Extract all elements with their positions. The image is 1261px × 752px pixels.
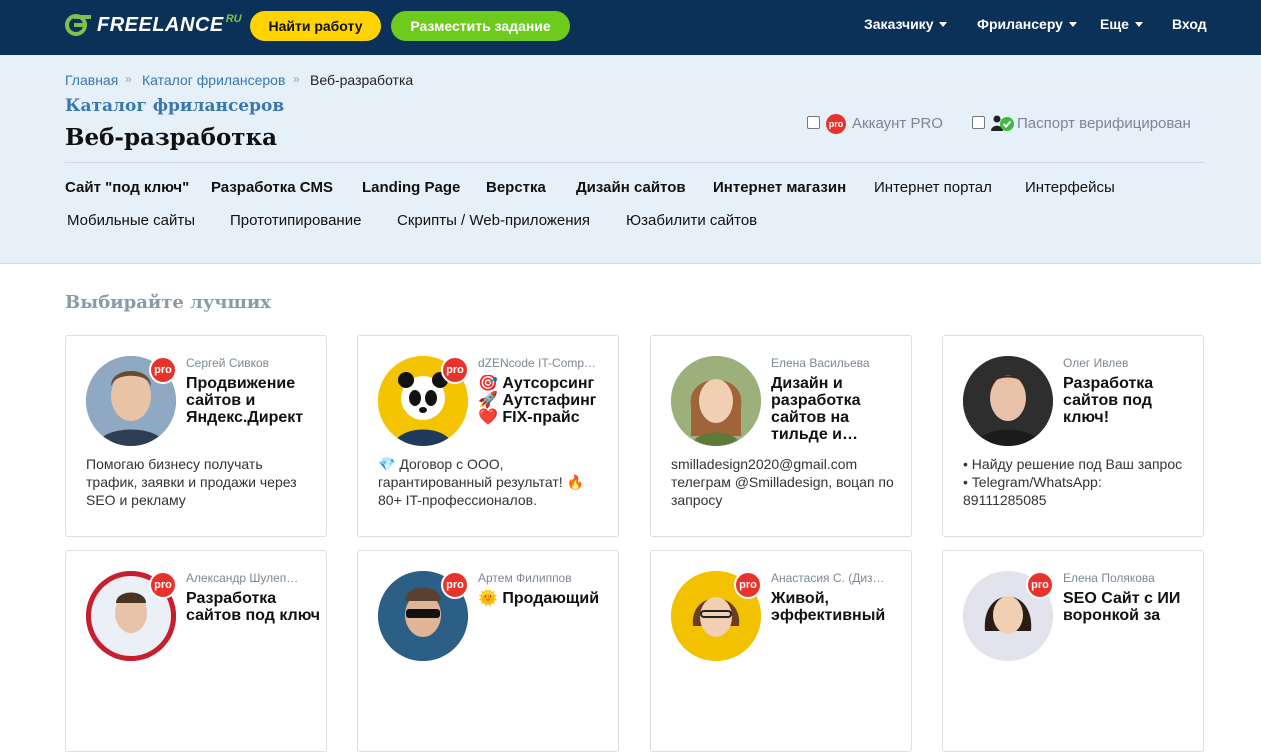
section-title: Выбирайте лучших	[65, 292, 271, 313]
header-divider	[65, 162, 1205, 163]
freelancer-card[interactable]: Олег Ивлев Разработка сайтов под ключ! •…	[942, 335, 1204, 537]
pro-badge-icon: pro	[441, 356, 469, 384]
pro-badge-icon: pro	[826, 114, 846, 134]
passport-verified-checkbox[interactable]	[972, 116, 985, 129]
freelancer-description: 💎 Договор с ООО, гарантированный результ…	[378, 456, 584, 508]
passport-verified-label[interactable]: Паспорт верифицирован	[1017, 115, 1191, 132]
freelancer-card[interactable]: pro Александр Шулеп… Разработка сайтов п…	[65, 550, 327, 752]
freelancer-headline[interactable]: 🌞 Продающий	[478, 590, 613, 607]
nav-customer[interactable]: Заказчику	[864, 16, 948, 32]
breadcrumb-separator: »	[125, 72, 132, 86]
freelancer-name[interactable]: Артем Филиппов	[478, 571, 608, 585]
chevron-down-icon	[1068, 21, 1077, 27]
login-link[interactable]: Вход	[1172, 16, 1207, 32]
catalog-link[interactable]: Каталог фрилансеров	[65, 96, 284, 116]
freelancer-card[interactable]: pro Анастасия С. (Диз… Живой, эффективны…	[650, 550, 912, 752]
freelancer-description: smilladesign2020@gmail.com телеграм @Smi…	[671, 456, 894, 508]
logo-icon	[65, 14, 91, 36]
pro-badge-icon: pro	[149, 356, 177, 384]
nav-freelancer[interactable]: Фрилансеру	[977, 16, 1077, 32]
freelancer-name[interactable]: Сергей Сивков	[186, 356, 316, 370]
breadcrumb-catalog[interactable]: Каталог фрилансеров	[142, 72, 285, 88]
chevron-down-icon	[1134, 21, 1143, 27]
spec-markup[interactable]: Верстка	[486, 179, 546, 196]
pro-account-label[interactable]: Аккаунт PRO	[852, 115, 943, 132]
freelancer-name[interactable]: Анастасия С. (Диз…	[771, 571, 901, 585]
freelancer-card[interactable]: pro Сергей Сивков Продвижение сайтов и Я…	[65, 335, 327, 537]
top-navbar: FREELANCE RU Найти работу Разместить зад…	[0, 0, 1261, 55]
freelancer-description: • Найду решение под Ваш запрос • Telegra…	[963, 456, 1183, 508]
nav-more[interactable]: Еще	[1100, 16, 1143, 32]
freelancer-name[interactable]: Александр Шулеп…	[186, 571, 316, 585]
avatar-silhouette	[963, 356, 1053, 446]
logo-text: FREELANCE	[97, 13, 224, 36]
freelancer-headline[interactable]: Продвижение сайтов и Яндекс.Директ	[186, 375, 321, 426]
freelancer-headline[interactable]: Разработка сайтов под ключ	[186, 590, 321, 624]
spec-landing[interactable]: Landing Page	[362, 179, 460, 196]
verified-user-icon	[991, 115, 1014, 131]
logo-ru: RU	[225, 13, 242, 25]
spec-usability[interactable]: Юзабилити сайтов	[626, 212, 757, 229]
freelancer-card[interactable]: Елена Васильева Дизайн и разработка сайт…	[650, 335, 912, 537]
page-title: Веб-разработка	[65, 124, 278, 151]
freelancer-name[interactable]: Олег Ивлев	[1063, 356, 1193, 370]
avatar-silhouette	[671, 356, 761, 446]
spec-prototyping[interactable]: Прототипирование	[230, 212, 361, 229]
pro-badge-icon: pro	[149, 571, 177, 599]
pro-account-checkbox[interactable]	[807, 116, 820, 129]
pro-badge-icon: pro	[734, 571, 762, 599]
breadcrumb-home[interactable]: Главная	[65, 72, 118, 88]
freelancer-description: Помогаю бизнесу получать трафик, заявки …	[86, 456, 297, 508]
pro-badge-icon: pro	[1026, 571, 1054, 599]
freelancer-headline[interactable]: Дизайн и разработка сайтов на тильде и…	[771, 375, 906, 443]
spec-online-store[interactable]: Интернет магазин	[713, 179, 846, 196]
freelance-logo[interactable]: FREELANCE RU	[65, 12, 242, 38]
nav-customer-label: Заказчику	[864, 16, 934, 32]
spec-interfaces[interactable]: Интерфейсы	[1025, 179, 1115, 196]
spec-turnkey[interactable]: Сайт "под ключ"	[65, 179, 189, 196]
freelancer-name[interactable]: Елена Полякова	[1063, 571, 1193, 585]
freelancer-name[interactable]: Елена Васильева	[771, 356, 901, 370]
freelancer-card[interactable]: pro Артем Филиппов 🌞 Продающий	[357, 550, 619, 752]
freelancer-card[interactable]: pro Елена Полякова SEO Сайт с ИИ воронко…	[942, 550, 1204, 752]
freelancer-headline[interactable]: 🎯 Аутсорсинг 🚀 Аутстафинг ❤️ FIX-прайс	[478, 375, 613, 426]
pro-badge-icon: pro	[441, 571, 469, 599]
freelancer-headline[interactable]: Разработка сайтов под ключ!	[1063, 375, 1198, 426]
breadcrumb-separator: »	[293, 72, 300, 86]
nav-more-label: Еще	[1100, 16, 1129, 32]
freelancer-name[interactable]: dZENcode IT-Comp…	[478, 356, 608, 370]
nav-freelancer-label: Фрилансеру	[977, 16, 1063, 32]
spec-mobile[interactable]: Мобильные сайты	[67, 212, 195, 229]
freelancer-headline[interactable]: SEO Сайт с ИИ воронкой за	[1063, 590, 1198, 624]
find-work-button[interactable]: Найти работу	[250, 11, 381, 41]
spec-portal[interactable]: Интернет портал	[874, 179, 992, 196]
avatar[interactable]	[671, 356, 761, 446]
freelancer-card[interactable]: pro dZENcode IT-Comp… 🎯 Аутсорсинг 🚀 Аут…	[357, 335, 619, 537]
breadcrumb-current: Веб-разработка	[310, 72, 414, 88]
spec-scripts[interactable]: Скрипты / Web-приложения	[397, 212, 590, 229]
spec-cms[interactable]: Разработка CMS	[211, 179, 333, 196]
post-task-button[interactable]: Разместить задание	[391, 11, 570, 41]
freelancer-headline[interactable]: Живой, эффективный	[771, 590, 906, 624]
chevron-down-icon	[939, 21, 948, 27]
avatar[interactable]	[963, 356, 1053, 446]
spec-web-design[interactable]: Дизайн сайтов	[576, 179, 686, 196]
